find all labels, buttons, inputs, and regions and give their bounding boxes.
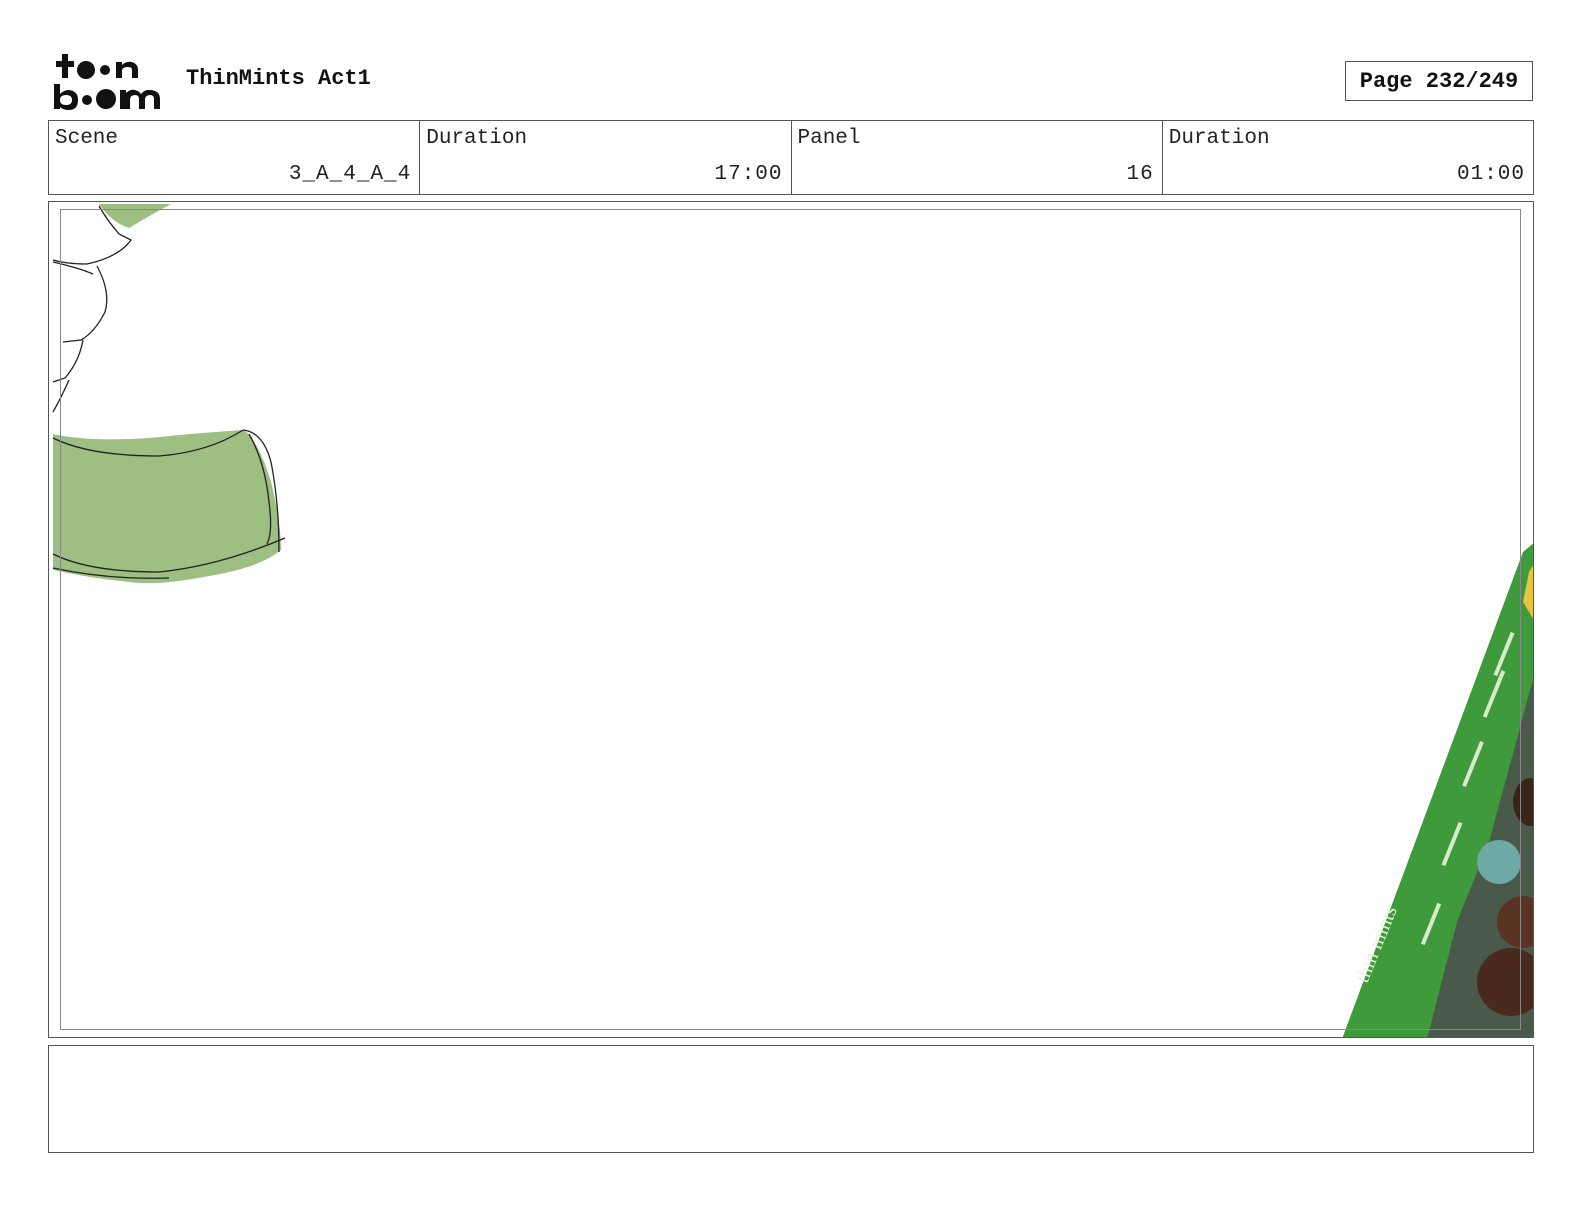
scene-value: 3_A_4_A_4	[288, 163, 412, 186]
panel-value: 16	[1126, 163, 1154, 186]
panel-cell: Panel 16	[792, 121, 1163, 194]
notes-box	[48, 1045, 1534, 1153]
panel-info-bar: Scene 3_A_4_A_4 Duration 17:00 Panel 16 …	[48, 120, 1534, 195]
scene-label: Scene	[55, 127, 119, 150]
project-title: ThinMints Act1	[186, 66, 371, 91]
panel-duration-cell: Duration 01:00	[1163, 121, 1533, 194]
scene-cell: Scene 3_A_4_A_4	[49, 121, 421, 194]
panel-duration-value: 01:00	[1456, 163, 1525, 186]
safe-area-frame	[60, 209, 1521, 1030]
page-indicator: Page 232/249	[1345, 61, 1533, 101]
panel-label: Panel	[797, 127, 861, 150]
panel-duration-label: Duration	[1168, 127, 1270, 150]
storyboard-panel: thin mints	[48, 201, 1534, 1038]
scene-duration-label: Duration	[426, 127, 528, 150]
scene-duration-cell: Duration 17:00	[420, 121, 792, 194]
toon-boom-logo	[54, 54, 160, 110]
scene-duration-value: 17:00	[714, 163, 783, 186]
